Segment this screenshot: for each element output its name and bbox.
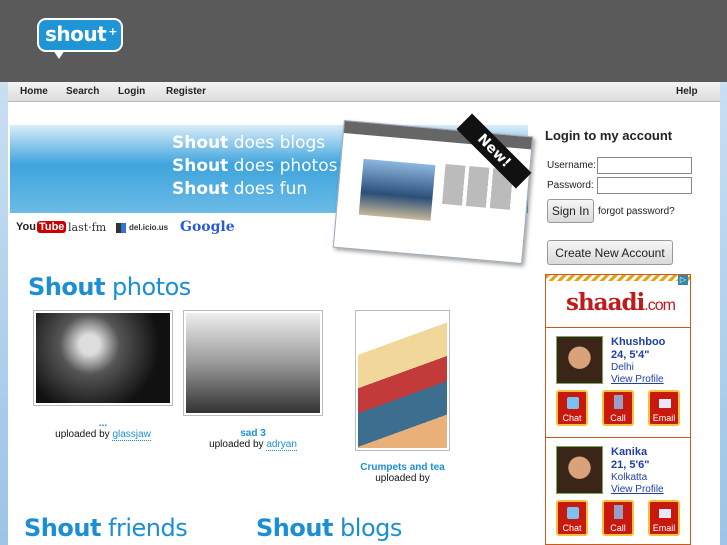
email-button[interactable]: Email	[648, 500, 680, 536]
ad-border-pattern	[546, 275, 690, 281]
google-logo[interactable]: Google	[180, 219, 235, 235]
chat-icon	[567, 507, 579, 519]
banner-line-photos: Shout does photos	[172, 156, 338, 176]
create-account-button[interactable]: Create New Account	[547, 240, 673, 265]
profile-city: Kolkatta	[611, 472, 648, 483]
chat-icon	[567, 397, 579, 409]
friends-section-title: Shout friends	[24, 514, 188, 542]
photo-thumbnail-2[interactable]	[183, 310, 323, 416]
photo-user-link[interactable]: glassjaw	[112, 429, 151, 441]
chat-button[interactable]: Chat	[556, 390, 588, 426]
email-button[interactable]: Email	[648, 390, 680, 426]
shout-logo[interactable]: shout +	[37, 18, 123, 59]
shaadi-ad[interactable]: ▷ shaadi.com Khushboo 24, 5'4" Delhi Vie…	[545, 274, 691, 545]
call-button[interactable]: Call	[602, 390, 634, 426]
view-profile-link[interactable]: View Profile	[611, 374, 664, 385]
profile-age-height: 24, 5'4"	[611, 349, 650, 361]
delicious-icon	[116, 223, 126, 233]
password-label: Password:	[547, 180, 594, 191]
ad-profile-2[interactable]: Kanika 21, 5'6" Kolkatta View Profile Ch…	[546, 437, 690, 544]
ad-profile-1[interactable]: Khushboo 24, 5'4" Delhi View Profile Cha…	[546, 327, 690, 437]
envelope-icon	[659, 509, 671, 518]
lastfm-logo[interactable]: last·fm	[68, 221, 106, 234]
photo-thumbnail-1[interactable]	[33, 310, 173, 406]
signin-button[interactable]: Sign In	[547, 199, 594, 223]
profile-photo[interactable]	[556, 446, 603, 494]
right-border-strip	[720, 82, 727, 545]
top-header-bar: shout +	[0, 0, 727, 82]
nav-home[interactable]: Home	[20, 86, 48, 97]
login-panel: Login to my account	[545, 128, 715, 153]
photo-user-link[interactable]: adryan	[266, 439, 297, 451]
logo-text: shout	[45, 22, 107, 46]
envelope-icon	[659, 399, 671, 408]
password-input[interactable]	[597, 177, 692, 194]
nav-bar: Home Search Login Register Help	[8, 82, 720, 102]
photo-caption-1: ... uploaded by glassjaw	[33, 418, 173, 441]
phone-icon	[614, 395, 623, 409]
view-profile-link[interactable]: View Profile	[611, 484, 664, 495]
shaadi-logo[interactable]: shaadi.com	[566, 289, 676, 316]
banner-line-blogs: Shout does blogs	[172, 133, 326, 153]
photo-title[interactable]: Crumpets and tea	[340, 462, 465, 473]
photo-caption-3: Crumpets and tea uploaded by	[340, 462, 465, 484]
profile-age-height: 21, 5'6"	[611, 459, 650, 471]
nav-search[interactable]: Search	[66, 86, 99, 97]
banner-line-fun: Shout does fun	[172, 179, 308, 199]
profile-name: Khushboo	[611, 336, 666, 348]
nav-help[interactable]: Help	[676, 86, 698, 97]
left-border-strip	[0, 82, 8, 545]
forgot-password-link[interactable]: forgot password?	[598, 206, 675, 217]
banner-screenshot-image	[332, 119, 534, 265]
ad-choices-icon[interactable]: ▷	[678, 275, 688, 285]
youtube-logo[interactable]: You Tube	[15, 221, 67, 233]
username-label: Username:	[547, 160, 596, 171]
photo-caption-2: sad 3 uploaded by adryan	[183, 428, 323, 451]
blogs-section-title: Shout blogs	[256, 514, 402, 542]
nav-login[interactable]: Login	[118, 86, 145, 97]
login-heading: Login to my account	[545, 128, 673, 143]
profile-photo[interactable]	[556, 336, 603, 384]
logo-plus: +	[108, 25, 117, 38]
profile-city: Delhi	[611, 362, 634, 373]
photo-thumbnail-3[interactable]	[355, 310, 450, 451]
photo-title[interactable]: ...	[33, 418, 173, 429]
username-input[interactable]	[597, 157, 692, 174]
chat-button[interactable]: Chat	[556, 500, 588, 536]
delicious-logo[interactable]: del.icio.us	[116, 223, 168, 233]
photos-section-title: Shout photos	[28, 273, 191, 301]
phone-icon	[614, 505, 623, 519]
call-button[interactable]: Call	[602, 500, 634, 536]
photo-title[interactable]: sad 3	[183, 428, 323, 439]
profile-name: Kanika	[611, 446, 648, 458]
nav-register[interactable]: Register	[166, 86, 206, 97]
